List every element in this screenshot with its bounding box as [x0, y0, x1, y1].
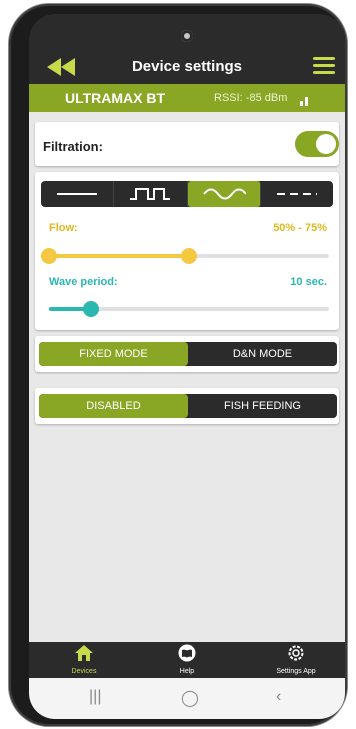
recent-apps-icon[interactable]: ||| [89, 688, 101, 706]
screen: Device settings ULTRAMAX BT RSSI: -85 dB… [29, 14, 345, 719]
feeding-selector: DISABLED FISH FEEDING [39, 394, 337, 418]
bottom-tab-bar: Devices Help Settings App [29, 642, 345, 678]
wave-card: Flow: 50% - 75% Wave period: 10 sec. [35, 172, 339, 330]
fish-feeding-option[interactable]: FISH FEEDING [188, 394, 337, 418]
sine-wave-icon[interactable] [187, 181, 261, 207]
tab-help-label: Help [179, 668, 195, 675]
tab-settings-app-label: Settings App [276, 668, 316, 675]
home-icon [75, 645, 93, 661]
wave-type-selector [41, 181, 333, 207]
page-title: Device settings [131, 58, 243, 75]
book-icon [178, 644, 196, 662]
content-area: Filtration: Flow: 50% - 75% Wave period:… [29, 112, 345, 642]
tab-help[interactable]: Help [152, 644, 222, 675]
filtration-toggle[interactable] [295, 131, 339, 157]
wave-period-handle[interactable] [83, 301, 99, 317]
device-name: ULTRAMAX BT [65, 90, 166, 106]
mode-selector: FIXED MODE D&N MODE [39, 342, 337, 366]
app-header: Device settings [29, 14, 345, 84]
hamburger-menu-icon[interactable] [313, 57, 335, 75]
dashed-line-icon[interactable] [261, 181, 333, 207]
signal-bars-icon [300, 97, 308, 106]
flow-slider-fill [49, 254, 189, 258]
toggle-knob [316, 134, 336, 154]
disabled-option[interactable]: DISABLED [39, 394, 188, 418]
phone-frame: Device settings ULTRAMAX BT RSSI: -85 dB… [9, 4, 347, 726]
wave-period-label: Wave period: [49, 276, 118, 288]
feeding-card: DISABLED FISH FEEDING [35, 388, 339, 424]
dn-mode-option[interactable]: D&N MODE [188, 342, 337, 366]
tab-devices[interactable]: Devices [49, 644, 119, 675]
mode-card: FIXED MODE D&N MODE [35, 336, 339, 372]
back-icon[interactable]: ‹ [276, 688, 281, 706]
flow-max-handle[interactable] [181, 248, 197, 264]
filtration-card: Filtration: [35, 122, 339, 166]
wave-period-value: 10 sec. [290, 276, 327, 288]
camera-icon [181, 30, 193, 42]
flow-label: Flow: [49, 222, 78, 234]
fixed-mode-option[interactable]: FIXED MODE [39, 342, 188, 366]
rssi-value: RSSI: -85 dBm [214, 92, 288, 104]
square-wave-icon[interactable] [114, 181, 188, 207]
tab-devices-label: Devices [71, 668, 97, 675]
flow-value: 50% - 75% [273, 222, 327, 234]
constant-line-icon[interactable] [41, 181, 115, 207]
system-nav-bar: ||| ◯ ‹ [29, 678, 345, 719]
device-bar: ULTRAMAX BT RSSI: -85 dBm [29, 84, 345, 112]
gear-icon [288, 645, 304, 661]
tab-settings-app[interactable]: Settings App [261, 644, 331, 675]
filtration-label: Filtration: [43, 139, 103, 154]
flow-min-handle[interactable] [41, 248, 57, 264]
home-button-icon[interactable]: ◯ [181, 688, 199, 708]
